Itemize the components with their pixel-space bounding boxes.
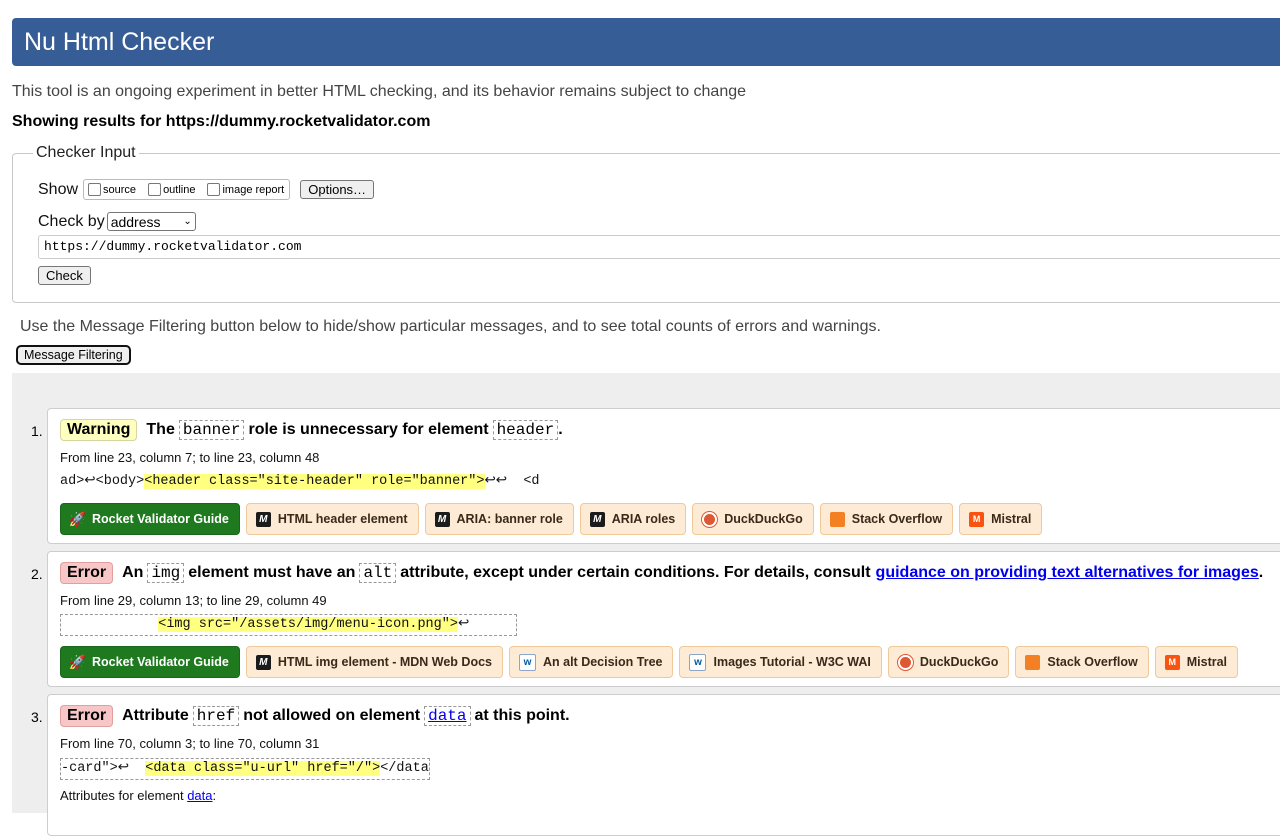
data-element-link[interactable]: data <box>187 788 212 803</box>
stack-overflow-icon <box>829 511 845 527</box>
code-extract: <img src="/assets/img/menu-icon.png">↩ <box>60 614 517 636</box>
show-source-option[interactable]: source <box>88 183 136 196</box>
warning-badge: Warning <box>60 419 138 441</box>
show-label: Show <box>38 180 79 198</box>
mdn-icon: M <box>589 511 605 527</box>
reference-links: 🚀 Rocket Validator Guide M HTML img elemen… <box>60 646 1239 678</box>
mistral-icon: M <box>1164 654 1180 670</box>
stack-overflow-icon <box>1025 654 1041 670</box>
element-link[interactable]: data <box>424 706 471 726</box>
code-snippet: img <box>147 563 185 583</box>
message-text: Error An img element must have an alt at… <box>60 562 1263 584</box>
message-card: Warning The banner role is unnecessary f… <box>47 408 1280 544</box>
mdn-icon: M <box>255 511 271 527</box>
guidance-link[interactable]: guidance on providing text alternatives … <box>876 564 1259 581</box>
duckduckgo-icon <box>897 654 913 670</box>
message-number: 1. <box>31 423 43 439</box>
code-snippet: href <box>192 706 240 726</box>
code-snippet: banner <box>178 420 245 440</box>
image-report-checkbox[interactable] <box>207 183 221 196</box>
mdn-link[interactable]: M HTML img element - MDN Web Docs <box>245 646 503 678</box>
show-row: Show source outline image report Options… <box>38 179 375 200</box>
message-number: 2. <box>31 566 43 582</box>
message-location: From line 29, column 13; to line 29, col… <box>60 593 327 608</box>
message-location: From line 23, column 7; to line 23, colu… <box>60 450 320 465</box>
mistral-link[interactable]: M Mistral <box>1154 646 1239 678</box>
options-button[interactable]: Options… <box>300 180 375 199</box>
check-by-select[interactable]: address ⌄ <box>106 212 196 231</box>
attributes-note: Attributes for element data: <box>60 788 217 803</box>
message-card: Error Attribute href not allowed on elem… <box>47 694 1280 836</box>
message-card: Error An img element must have an alt at… <box>47 551 1280 687</box>
chevron-down-icon: ⌄ <box>183 216 192 227</box>
outline-checkbox[interactable] <box>148 183 162 196</box>
wai-icon: w <box>689 653 707 671</box>
duckduckgo-link[interactable]: DuckDuckGo <box>692 503 814 535</box>
duckduckgo-icon <box>702 511 718 527</box>
message-filtering-button[interactable]: Message Filtering <box>16 345 131 365</box>
mistral-icon: M <box>969 511 985 527</box>
mdn-link[interactable]: M ARIA: banner role <box>424 503 574 535</box>
mistral-link[interactable]: M Mistral <box>959 503 1043 535</box>
error-badge: Error <box>60 705 114 727</box>
code-snippet: header <box>492 420 559 440</box>
message-text: Warning The banner role is unnecessary f… <box>60 419 563 441</box>
url-input[interactable]: https://dummy.rocketvalidator.com <box>38 235 1280 259</box>
mdn-link[interactable]: M HTML header element <box>245 503 419 535</box>
check-by-row: Check by address ⌄ <box>38 212 196 231</box>
check-by-label: Check by <box>38 212 105 230</box>
checker-input-legend: Checker Input <box>33 144 139 162</box>
filter-note: Use the Message Filtering button below t… <box>20 318 881 335</box>
rocket-validator-guide-link[interactable]: 🚀 Rocket Validator Guide <box>60 503 240 535</box>
message-text: Error Attribute href not allowed on elem… <box>60 705 570 727</box>
page-title: Nu Html Checker <box>24 28 215 56</box>
mdn-link[interactable]: M ARIA roles <box>579 503 687 535</box>
stack-overflow-link[interactable]: Stack Overflow <box>1015 646 1149 678</box>
reference-links: 🚀 Rocket Validator Guide M HTML header ele… <box>60 503 1043 535</box>
check-button[interactable]: Check <box>38 266 91 285</box>
mdn-icon: M <box>434 511 450 527</box>
mdn-icon: M <box>255 654 271 670</box>
code-extract: ad>↩<body><header class="site-header" ro… <box>60 474 540 489</box>
w3c-wai-link[interactable]: w An alt Decision Tree <box>509 646 674 678</box>
stack-overflow-link[interactable]: Stack Overflow <box>819 503 954 535</box>
message-location: From line 70, column 3; to line 70, colu… <box>60 736 320 751</box>
rocket-icon: 🚀 <box>68 653 87 670</box>
rocket-validator-guide-link[interactable]: 🚀 Rocket Validator Guide <box>60 646 240 678</box>
show-image-report-option[interactable]: image report <box>207 183 284 196</box>
w3c-wai-link[interactable]: w Images Tutorial - W3C WAI <box>679 646 882 678</box>
message-number: 3. <box>31 709 43 725</box>
error-badge: Error <box>60 562 114 584</box>
code-extract: -card">↩ <data class="u-url" href="/"></… <box>60 758 430 780</box>
showing-results: Showing results for https://dummy.rocket… <box>12 113 431 130</box>
intro-text: This tool is an ongoing experiment in be… <box>12 83 747 100</box>
header-banner: Nu Html Checker <box>12 18 1280 66</box>
rocket-icon: 🚀 <box>68 510 87 527</box>
duckduckgo-link[interactable]: DuckDuckGo <box>887 646 1010 678</box>
code-snippet: alt <box>359 563 397 583</box>
source-checkbox[interactable] <box>88 183 102 196</box>
show-options-group: source outline image report <box>83 179 291 200</box>
wai-icon: w <box>519 653 536 671</box>
show-outline-option[interactable]: outline <box>148 183 195 196</box>
checker-input-fieldset: Checker Input Show source outline image … <box>12 144 1280 303</box>
